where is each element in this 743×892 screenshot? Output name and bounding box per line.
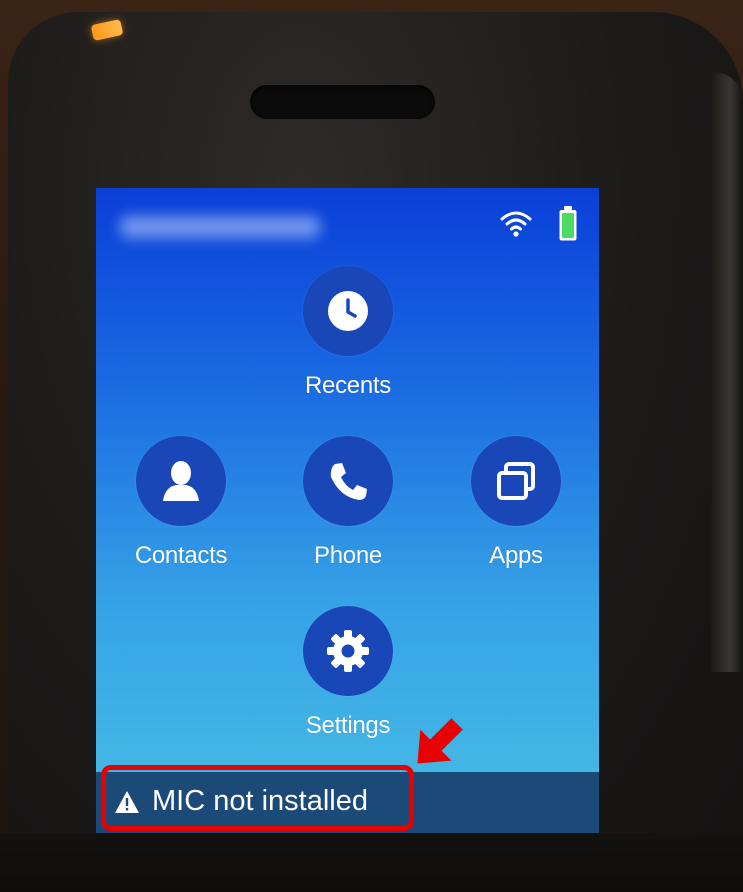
phone-side-edge	[711, 72, 743, 672]
settings-label: Settings	[305, 712, 391, 739]
app-apps[interactable]: Apps	[441, 436, 591, 570]
earpiece-speaker	[250, 85, 435, 119]
phone-screen: Recents Contacts Phone Apps Settings MIC…	[96, 188, 599, 833]
phone-handset-icon	[330, 463, 367, 500]
app-contacts[interactable]: Contacts	[106, 436, 256, 570]
recents-label: Recents	[305, 372, 391, 399]
device-name	[120, 216, 320, 238]
phone-bezel-bottom	[0, 833, 743, 892]
clock-icon	[328, 291, 368, 331]
wifi-icon	[500, 211, 532, 237]
stacked-windows-icon	[497, 462, 535, 500]
apps-label: Apps	[489, 542, 543, 569]
recents-button[interactable]	[303, 266, 393, 356]
phone-button[interactable]	[303, 436, 393, 526]
app-settings[interactable]: Settings	[273, 606, 423, 740]
gear-icon	[327, 630, 369, 672]
person-icon	[163, 461, 199, 501]
app-phone[interactable]: Phone	[273, 436, 423, 570]
settings-button[interactable]	[303, 606, 393, 696]
app-recents[interactable]: Recents	[273, 266, 423, 400]
status-bar	[96, 188, 599, 258]
annotation-highlight-box	[101, 765, 414, 831]
contacts-label: Contacts	[134, 542, 228, 569]
battery-icon	[559, 206, 577, 241]
phone-label: Phone	[314, 542, 382, 569]
contacts-button[interactable]	[136, 436, 226, 526]
annotation-arrow-icon	[417, 718, 463, 764]
apps-button[interactable]	[471, 436, 561, 526]
